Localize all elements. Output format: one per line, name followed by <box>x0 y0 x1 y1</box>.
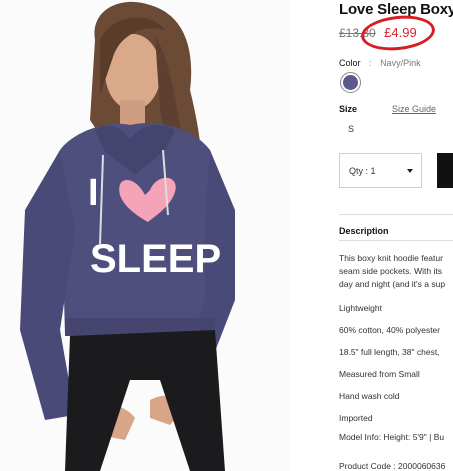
price-row: £13.80 £4.99 <box>339 24 417 42</box>
product-code: Product Code : 2000060636 <box>339 461 446 471</box>
color-label: Color <box>339 58 361 68</box>
add-to-bag-button[interactable] <box>437 153 453 188</box>
spec-item: Model Info: Height: 5'9" | Bu <box>339 432 445 442</box>
description-line: seam side pockets. With its <box>339 266 442 276</box>
description-heading: Description <box>339 226 389 236</box>
spec-item: Measured from Small <box>339 369 420 379</box>
description-paragraph: This boxy knit hoodie featur seam side p… <box>339 252 445 291</box>
quantity-select[interactable]: Qty : 1 <box>339 153 422 188</box>
graphic-text-bottom: SLEEP <box>90 237 221 281</box>
spec-item: Hand wash cold <box>339 391 400 401</box>
graphic-text-top: I <box>88 172 99 214</box>
divider <box>339 240 453 241</box>
description-line: This boxy knit hoodie featur <box>339 253 443 263</box>
product-details: Love Sleep Boxy £13.80 £4.99 Color : Nav… <box>339 0 453 471</box>
swatch-fill <box>343 75 358 90</box>
product-photo[interactable]: I SLEEP <box>0 0 290 471</box>
color-separator: : <box>369 58 372 68</box>
model-illustration: I SLEEP <box>20 1 235 471</box>
color-value: Navy/Pink <box>380 58 421 68</box>
quantity-value: Qty : 1 <box>349 166 376 176</box>
color-swatch-navy-pink[interactable] <box>340 72 361 93</box>
spec-item: Imported <box>339 413 373 423</box>
size-guide-link[interactable]: Size Guide <box>392 104 436 114</box>
divider <box>339 214 453 215</box>
spec-item: 60% cotton, 40% polyester <box>339 325 441 335</box>
description-line: day and night (and it's a sup <box>339 279 446 289</box>
size-option-s[interactable]: S <box>348 124 354 134</box>
chevron-down-icon <box>407 169 413 173</box>
size-label: Size <box>339 104 358 114</box>
spec-item: Lightweight <box>339 303 383 313</box>
color-row: Color : Navy/Pink <box>339 58 421 68</box>
sale-price: £4.99 <box>384 25 417 40</box>
original-price: £13.80 <box>339 26 376 40</box>
product-title: Love Sleep Boxy <box>339 1 453 18</box>
spec-item: 18.5" full length, 38" chest, <box>339 347 440 357</box>
